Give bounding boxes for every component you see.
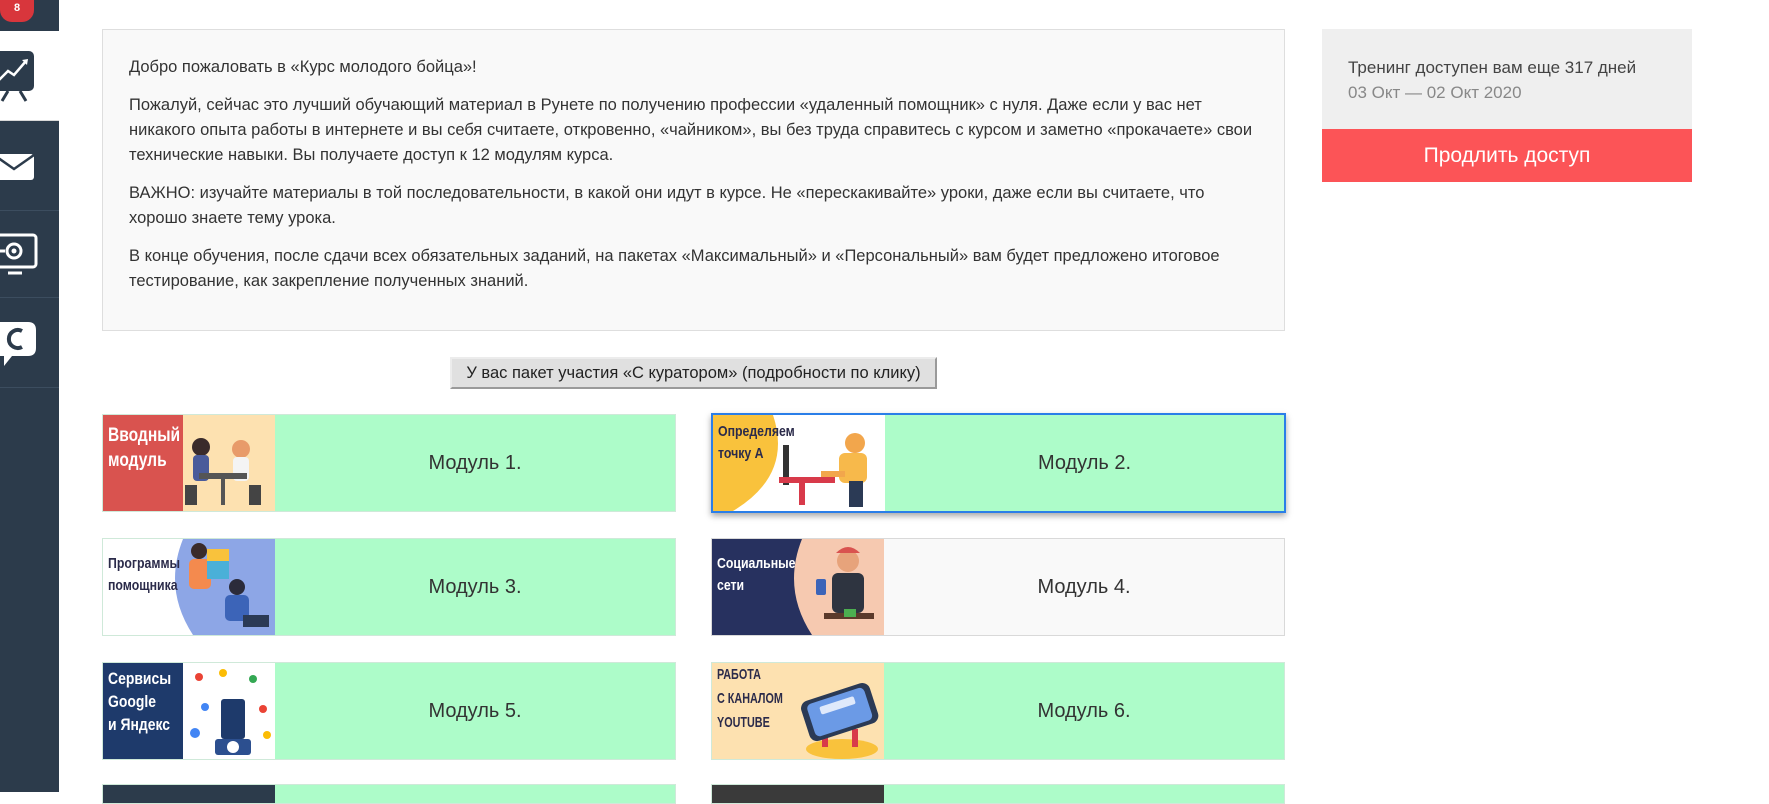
module-thumbnail: РАБОТА С КАНАЛОМ YOUTUBE: [712, 663, 884, 759]
course-intro-panel: Добро пожаловать в «Курс молодого бойца»…: [102, 29, 1285, 331]
mail-icon: [0, 153, 35, 180]
module-card-2[interactable]: Определяем точку А Модуль 2.: [711, 413, 1286, 513]
package-details-button[interactable]: У вас пакет участия «С куратором» (подро…: [450, 357, 937, 389]
module-card-6[interactable]: РАБОТА С КАНАЛОМ YOUTUBE Модуль 6.: [711, 662, 1285, 760]
module-thumb-title: Google: [108, 692, 157, 711]
notification-badge[interactable]: 8: [0, 0, 34, 22]
sidebar-item-support[interactable]: [0, 298, 59, 388]
module-thumb-title: точку А: [718, 445, 764, 462]
module-thumb-title: помощника: [108, 577, 178, 594]
module-card-5[interactable]: Сервисы Google и Яндекс Модуль 5.: [102, 662, 676, 760]
module-card-7[interactable]: [102, 784, 676, 804]
chat-c-icon: [0, 322, 36, 366]
module-thumb-title: Социальные: [717, 555, 796, 572]
sidebar-item-settings[interactable]: [0, 211, 59, 298]
module-thumb-title: Сервисы: [108, 669, 172, 688]
sidebar-item-messages[interactable]: [0, 121, 59, 211]
settings-screen-icon: [0, 233, 38, 275]
module-thumb-title: Определяем: [718, 423, 795, 440]
module-thumbnail: Определяем точку А: [713, 415, 885, 511]
module-thumb-title: Программы: [108, 555, 181, 572]
left-sidebar: 8: [0, 0, 59, 792]
module-thumb-title: модуль: [108, 450, 167, 471]
module-thumb-title: РАБОТА: [717, 666, 761, 683]
module-card-8[interactable]: [711, 784, 1285, 804]
chart-icon: [0, 51, 34, 102]
module-label: Модуль 1.: [428, 451, 522, 474]
module-thumbnail: Сервисы Google и Яндекс: [103, 663, 275, 759]
module-card-4[interactable]: Социальные сети Модуль 4.: [711, 538, 1285, 636]
intro-important-note: ВАЖНО: изучайте материалы в той последов…: [129, 184, 1205, 227]
module-thumbnail: [103, 785, 275, 803]
module-thumbnail: Вводный модуль: [103, 415, 275, 511]
module-card-1[interactable]: Вводный модуль Модуль 1.: [102, 414, 676, 512]
module-label: Модуль 2.: [1037, 451, 1132, 474]
training-date-range: 03 Окт — 02 Окт 2020: [1348, 83, 1522, 102]
module-thumbnail: [712, 785, 884, 803]
module-thumb-title: сети: [717, 577, 745, 594]
module-card-3[interactable]: Программы помощника Модуль 3.: [102, 538, 676, 636]
intro-description: Пожалуй, сейчас это лучший обучающий мат…: [129, 96, 1253, 164]
intro-welcome: Добро пожаловать в «Курс молодого бойца»…: [129, 58, 477, 76]
module-thumbnail: Программы помощника: [103, 539, 275, 635]
module-thumb-title: С КАНАЛОМ: [717, 690, 783, 707]
intro-final-testing: В конце обучения, после сдачи всех обяза…: [129, 247, 1220, 290]
module-label: Модуль 5.: [428, 699, 522, 722]
training-days-left: Тренинг доступен вам еще 317 дней: [1348, 58, 1637, 77]
module-thumb-title: и Яндекс: [108, 715, 171, 734]
module-thumb-title: Вводный: [108, 425, 181, 446]
module-label: Модуль 3.: [428, 575, 522, 598]
module-label: Модуль 6.: [1037, 699, 1131, 722]
training-access-card: Тренинг доступен вам еще 317 дней 03 Окт…: [1322, 29, 1692, 129]
sidebar-item-statistics[interactable]: [0, 31, 59, 121]
extend-access-button[interactable]: Продлить доступ: [1322, 129, 1692, 182]
module-thumbnail: Социальные сети: [712, 539, 884, 635]
module-thumb-title: YOUTUBE: [717, 714, 770, 731]
module-label: Модуль 4.: [1037, 575, 1131, 598]
